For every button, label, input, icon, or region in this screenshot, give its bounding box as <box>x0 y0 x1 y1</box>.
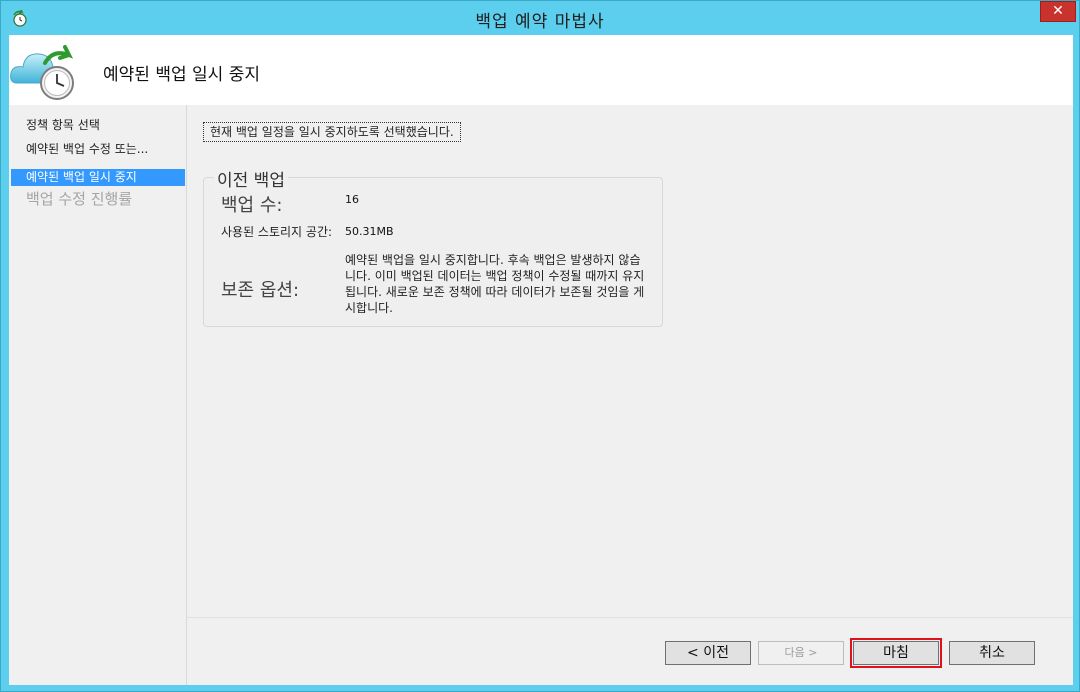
storage-used-value: 50.31MB <box>345 225 394 238</box>
wizard-steps-sidebar: 정책 항목 선택 예약된 백업 수정 또는... 예약된 백업 일시 중지 백업… <box>9 105 187 685</box>
cancel-button[interactable]: 취소 <box>949 641 1035 665</box>
cloud-clock-icon <box>10 45 74 100</box>
title-bar[interactable]: 백업 예약 마법사 ✕ <box>1 1 1079 35</box>
close-button[interactable]: ✕ <box>1040 1 1076 22</box>
retention-option-label: 보존 옵션: <box>221 280 300 301</box>
sidebar-item-pause-schedule[interactable]: 예약된 백업 일시 중지 <box>11 169 185 186</box>
sidebar-item-modify-schedule[interactable]: 예약된 백업 수정 또는... <box>11 141 185 158</box>
previous-button[interactable]: < 이전 <box>665 641 751 665</box>
wizard-client-area: 예약된 백업 일시 중지 정책 항목 선택 예약된 백업 수정 또는... 예약… <box>9 35 1073 685</box>
wizard-main-panel: 현재 백업 일정을 일시 중지하도록 선택했습니다. 이전 백업 백업 수: 1… <box>187 105 1073 685</box>
next-button: 다음 > <box>758 641 844 665</box>
wizard-window: 백업 예약 마법사 ✕ 예약된 백업 일시 중지 정책 항목 선택 예약된 백업… <box>0 0 1080 692</box>
retention-option-text: 예약된 백업을 일시 중지합니다. 후속 백업은 발생하지 않습니다. 이미 백… <box>345 253 645 315</box>
sidebar-item-select-policy[interactable]: 정책 항목 선택 <box>11 117 185 134</box>
previous-backups-group: 이전 백업 백업 수: 16 사용된 스토리지 공간: 50.31MB 보존 옵… <box>203 166 663 327</box>
group-title: 이전 백업 <box>214 166 288 191</box>
finish-button[interactable]: 마침 <box>850 638 942 668</box>
sidebar-item-modify-progress: 백업 수정 진행률 <box>26 190 133 208</box>
window-title: 백업 예약 마법사 <box>475 12 605 32</box>
footer-divider <box>187 617 1073 618</box>
wizard-header: 예약된 백업 일시 중지 <box>9 35 1073 105</box>
page-title: 예약된 백업 일시 중지 <box>103 65 260 85</box>
backup-count-value: 16 <box>345 193 359 206</box>
storage-used-label: 사용된 스토리지 공간: <box>221 225 333 239</box>
backup-count-label: 백업 수: <box>221 195 283 216</box>
pause-notice: 현재 백업 일정을 일시 중지하도록 선택했습니다. <box>203 122 461 142</box>
